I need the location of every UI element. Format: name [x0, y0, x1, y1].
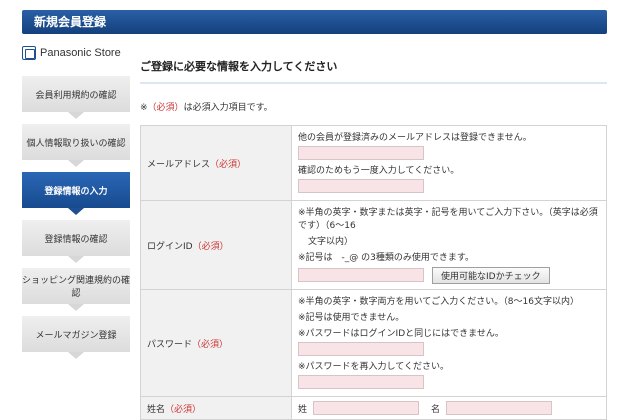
login-id-label: ログインID — [147, 241, 193, 252]
password-row: パスワード（必須） ※半角の英字・数字両方を用いてご入力ください。（8～16文字… — [140, 289, 607, 397]
email-confirm-input[interactable] — [298, 179, 424, 193]
required-mark: （必須） — [165, 404, 202, 415]
step-confirm: 登録情報の確認 — [22, 220, 130, 263]
step-label: 個人情報取り扱いの確認 — [26, 138, 126, 149]
login-id-field-cell: ※半角の英字・数字または英字・記号を用いてご入力下さい。（英字は必須です）（6～… — [291, 200, 607, 290]
login-id-input[interactable] — [298, 268, 424, 282]
brand-name: Panasonic Store — [40, 47, 121, 59]
login-id-row: ログインID（必須） ※半角の英字・数字または英字・記号を用いてご入力下さい。（… — [140, 200, 607, 290]
password-symbol-hint: ※記号は使用できません。 — [298, 313, 405, 323]
section-heading: ご登録に必要な情報を入力してください — [140, 58, 607, 84]
password-login-hint: ※パスワードはログインIDと同じにはできません。 — [298, 329, 504, 339]
first-name-input[interactable] — [446, 401, 553, 415]
brand-logo[interactable]: Panasonic Store — [22, 46, 121, 60]
required-mark: （必須） — [192, 241, 229, 252]
login-id-hint-length: 文字以内） — [308, 237, 354, 247]
step-newsletter: メールマガジン登録 — [22, 316, 130, 359]
note-suffix: は必須入力項目です。 — [183, 103, 273, 113]
email-input[interactable] — [298, 146, 424, 160]
registration-steps: 会員利用規約の確認 個人情報取り扱いの確認 登録情報の入力 登録情報の確認 ショ… — [22, 76, 130, 364]
email-field-cell: 他の会員が登録済みのメールアドレスは登録できません。 確認のためもう一度入力して… — [291, 125, 607, 201]
step-label: 登録情報の入力 — [44, 186, 108, 197]
page-header: 新規会員登録 — [22, 10, 607, 34]
first-name-label: 名 — [431, 404, 441, 415]
last-name-input[interactable] — [313, 401, 420, 415]
step-label: メールマガジン登録 — [35, 330, 117, 341]
email-label-cell: メールアドレス（必須） — [140, 125, 292, 201]
last-name-label: 姓 — [298, 404, 308, 415]
step-label: 会員利用規約の確認 — [35, 90, 117, 101]
name-label-cell: 姓名（必須） — [140, 396, 292, 420]
name-input-group: 姓 名 — [298, 401, 600, 415]
step-privacy: 個人情報取り扱いの確認 — [22, 124, 130, 167]
registration-form-table: メールアドレス（必須） 他の会員が登録済みのメールアドレスは登録できません。 確… — [140, 125, 607, 420]
password-field-cell: ※半角の英字・数字両方を用いてご入力ください。（8～16文字以内） ※記号は使用… — [291, 289, 607, 397]
name-field-cell: 姓 名 — [291, 396, 607, 420]
form-content: ご登録に必要な情報を入力してください ※（必須）は必須入力項目です。 メールアド… — [140, 58, 607, 420]
step-input-current: 登録情報の入力 — [22, 172, 130, 215]
login-id-input-group: 使用可能なIDかチェック — [298, 266, 600, 285]
email-row: メールアドレス（必須） 他の会員が登録済みのメールアドレスは登録できません。 確… — [140, 125, 607, 201]
email-label: メールアドレス — [147, 159, 211, 170]
required-mark: （必須） — [147, 103, 184, 113]
page-header-title: 新規会員登録 — [34, 15, 107, 29]
step-label: 登録情報の確認 — [44, 234, 108, 245]
password-confirm-input[interactable] — [298, 375, 424, 389]
email-confirm-hint: 確認のためもう一度入力してください。 — [298, 166, 460, 176]
login-id-hint: ※半角の英字・数字または英字・記号を用いてご入力下さい。（英字は必須です）（6～… — [298, 208, 598, 231]
check-id-availability-button[interactable]: 使用可能なIDかチェック — [432, 267, 550, 284]
login-id-symbol-hint: ※記号は -_@ の3種類のみ使用できます。 — [298, 253, 474, 263]
panasonic-store-logo-icon — [22, 46, 36, 60]
password-label: パスワード — [147, 339, 193, 350]
password-label-cell: パスワード（必須） — [140, 289, 292, 397]
name-row: 姓名（必須） 姓 名 — [140, 396, 607, 420]
password-confirm-hint: ※パスワードを再入力してください。 — [298, 362, 450, 372]
name-label: 姓名 — [147, 404, 166, 415]
required-mark: （必須） — [192, 339, 229, 350]
step-label: ショッピング関連規約の確認 — [22, 276, 131, 299]
step-terms: 会員利用規約の確認 — [22, 76, 130, 119]
required-mark: （必須） — [210, 159, 247, 170]
step-shopping-terms: ショッピング関連規約の確認 — [22, 268, 131, 311]
email-hint: 他の会員が登録済みのメールアドレスは登録できません。 — [298, 133, 532, 143]
password-input[interactable] — [298, 342, 424, 356]
required-note: ※（必須）は必須入力項目です。 — [140, 100, 607, 113]
note-prefix: ※ — [140, 103, 148, 113]
password-hint: ※半角の英字・数字両方を用いてご入力ください。（8～16文字以内） — [298, 297, 579, 307]
login-id-label-cell: ログインID（必須） — [140, 200, 292, 290]
